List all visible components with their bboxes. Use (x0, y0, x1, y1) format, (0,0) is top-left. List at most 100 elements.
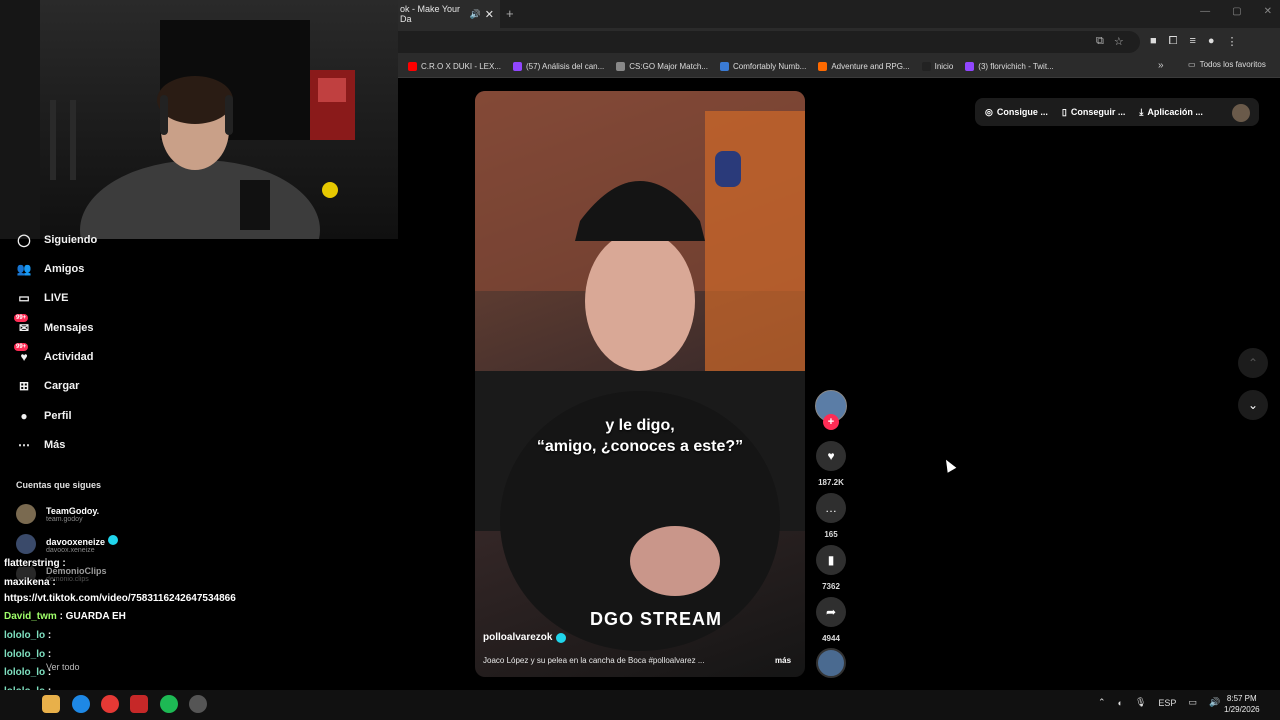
sidebar-item-following[interactable]: ◯ Siguiendo (16, 232, 97, 248)
menu-icon[interactable]: ⋮ (1227, 35, 1238, 48)
app-icon[interactable] (130, 695, 148, 713)
sidebar-item-upload[interactable]: ⊞ Cargar (16, 378, 80, 394)
bookmark-item[interactable]: Comfortably Numb... (719, 62, 806, 71)
sidebar-item-profile[interactable]: ● Perfil (16, 408, 72, 424)
user-avatar[interactable] (1232, 104, 1250, 122)
puzzle-icon[interactable]: ⧠ (1169, 35, 1178, 48)
media-icon[interactable]: ≡ (1189, 35, 1195, 48)
bookmark-favicon-icon (965, 62, 975, 71)
network-icon[interactable]: ▭ (1188, 697, 1197, 708)
following-account[interactable]: davooxeneize davoox.xeneize (16, 534, 118, 554)
bookmark-item[interactable]: CS:GO Major Match... (616, 62, 708, 71)
tab-title: ok - Make Your Da (400, 4, 461, 24)
chevron-down-icon: ⌄ (1247, 398, 1259, 412)
video-author[interactable]: polloalvarezok (483, 632, 567, 643)
bookmark-item[interactable]: (57) Análisis del can... (513, 62, 604, 71)
bookmarks-overflow-button[interactable]: » (1158, 60, 1164, 71)
maximize-button[interactable]: ▢ (1232, 6, 1241, 17)
sidebar-item-label: Mensajes (44, 322, 94, 334)
sidebar-item-activity[interactable]: ♥ 99+ Actividad (14, 343, 94, 365)
steam-icon[interactable]: ◐ (1118, 698, 1123, 708)
sidebar-item-label: Perfil (44, 410, 72, 422)
sidebar-item-friends[interactable]: 👥 Amigos (16, 261, 85, 277)
language-indicator[interactable]: ESP (1158, 698, 1176, 708)
video-player[interactable] (475, 91, 805, 677)
video-frame (475, 91, 805, 651)
bookmark-item[interactable]: (3) florvichich - Twit... (965, 62, 1054, 71)
share-icon[interactable]: ➦ (816, 597, 846, 627)
webcam-overlay (0, 0, 398, 239)
following-account[interactable]: TeamGodoy. team.godoy (16, 504, 99, 524)
top-action-bar: ◎ Consigue ... ▯ Conseguir ... ⤓ Aplicación… (975, 98, 1259, 126)
next-video-button[interactable]: ⌄ (1238, 390, 1268, 420)
chrome-icon[interactable] (101, 695, 119, 713)
minimize-button[interactable]: — (1200, 6, 1210, 17)
heart-icon[interactable]: ♥ (816, 441, 846, 471)
share-action[interactable]: ➦ 4944 (816, 597, 846, 643)
chat-message: lololo_lo : (4, 630, 52, 641)
chat-message: maxikena : (4, 577, 56, 588)
bookmarks-bar: C.R.O X DUKI - LEX... (57) Análisis del c… (398, 56, 1280, 78)
browser-tab[interactable]: ok - Make Your Da 🔊 ✕ (398, 0, 500, 28)
messages-icon: ✉ 99+ (14, 314, 30, 335)
clock-time: 8:57 PM (1226, 694, 1257, 703)
window-controls: — ▢ ✕ (1200, 6, 1272, 17)
previous-video-button[interactable]: ⌃ (1238, 348, 1268, 378)
like-count: 187.2K (818, 478, 844, 487)
chevron-up-icon: ⌃ (1247, 356, 1259, 370)
sidebar-item-label: Amigos (44, 263, 85, 275)
author-name: polloalvarezok (483, 632, 553, 643)
verified-icon (556, 632, 567, 643)
close-tab-icon[interactable]: ✕ (485, 8, 494, 21)
get-coins-button[interactable]: ◎ Consigue ... (985, 107, 1048, 118)
comment-action[interactable]: … 165 (816, 493, 846, 539)
extension-icon[interactable]: ■ (1150, 35, 1157, 48)
new-tab-button[interactable]: + (506, 6, 514, 21)
install-icon[interactable]: ⧉ (1096, 35, 1104, 48)
get-app-button[interactable]: ▯ Conseguir ... (1062, 107, 1125, 118)
close-window-button[interactable]: ✕ (1264, 6, 1272, 17)
spotify-icon[interactable] (160, 695, 178, 713)
bookmark-item[interactable]: C.R.O X DUKI - LEX... (408, 62, 501, 71)
share-count: 4944 (822, 634, 840, 643)
clock[interactable]: 8:57 PM 1/29/2026 (1224, 693, 1260, 715)
profile-icon[interactable]: ● (1208, 35, 1215, 48)
following-section-title: Cuentas que sigues (16, 480, 102, 490)
chat-message: lololo_lo : (4, 649, 52, 660)
verified-icon (107, 534, 118, 545)
more-button[interactable]: más (775, 656, 791, 665)
bookmark-favicon-icon (513, 62, 523, 71)
save-action[interactable]: ▮ 7362 (816, 545, 846, 591)
url-input[interactable] (398, 31, 1140, 53)
download-app-button[interactable]: ⤓ Aplicación ... (1139, 107, 1203, 118)
sidebar-item-live[interactable]: ▭ LIVE (16, 290, 68, 306)
bookmark-label: C.R.O X DUKI - LEX... (421, 62, 502, 71)
chat-message: David_twm : GUARDA EH (4, 611, 126, 622)
all-bookmarks-folder[interactable]: ▭ Todos los favoritos (1188, 60, 1266, 69)
bookmark-item[interactable]: Inicio (921, 62, 953, 71)
music-disc-icon[interactable] (816, 648, 846, 678)
account-name: TeamGodoy. (46, 505, 100, 516)
tab-bar (398, 0, 1280, 28)
file-explorer-icon[interactable] (42, 695, 60, 713)
follow-plus-icon[interactable]: + (823, 414, 839, 430)
bookmark-item[interactable]: Adventure and RPG... (818, 62, 910, 71)
bookmark-icon[interactable]: ▮ (816, 545, 846, 575)
edge-icon[interactable] (72, 695, 90, 713)
microphone-icon[interactable]: 🎙 (1135, 697, 1146, 708)
more-icon: ⋯ (18, 438, 30, 452)
like-action[interactable]: ♥ 187.2K (816, 441, 846, 487)
system-tray: ⌃ ◐ 🎙 ESP ▭ 🔊 (1098, 697, 1220, 708)
chevron-up-icon[interactable]: ⌃ (1098, 697, 1106, 708)
sidebar-item-more[interactable]: ⋯ Más (16, 437, 65, 453)
sidebar-item-messages[interactable]: ✉ 99+ Mensajes (14, 314, 94, 336)
comment-icon[interactable]: … (816, 493, 846, 523)
extension-toolbar: ■ ⧠ ≡ ● ⋮ (1150, 35, 1238, 48)
sidebar-item-label: Siguiendo (44, 234, 98, 246)
obs-icon[interactable] (189, 695, 207, 713)
sidebar-item-label: Más (44, 439, 66, 451)
sidebar-item-label: Cargar (44, 380, 80, 392)
bookmark-star-icon[interactable]: ☆ (1114, 35, 1124, 48)
volume-icon[interactable]: 🔊 (1209, 697, 1220, 708)
mouse-cursor (941, 457, 957, 473)
